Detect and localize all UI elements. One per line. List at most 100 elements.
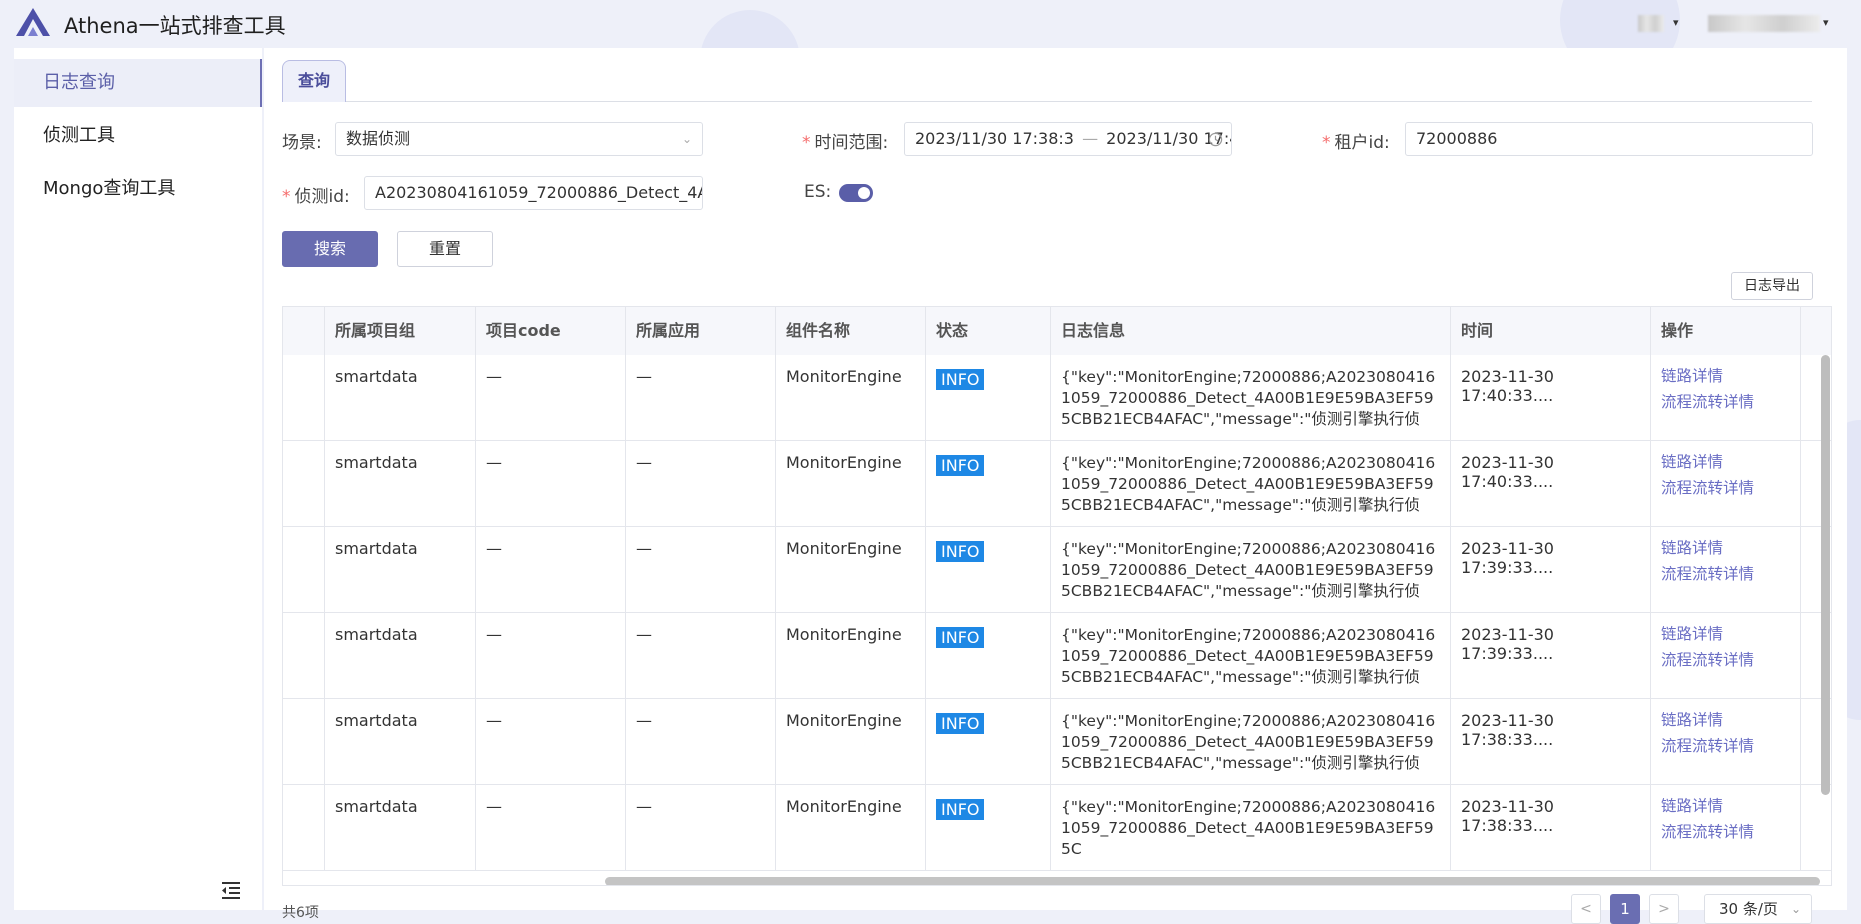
status-badge: INFO [936, 713, 985, 734]
log-cell: {"key":"MonitorEngine;72000886;A20230804… [1051, 441, 1451, 526]
flow-detail-link[interactable]: 流程流转详情 [1661, 475, 1790, 501]
trace-detail-link[interactable]: 链路详情 [1661, 449, 1790, 475]
app-title: Athena一站式排查工具 [64, 14, 286, 38]
app-cell: — [626, 441, 776, 526]
actions-cell: 链路详情 流程流转详情 [1651, 527, 1801, 612]
search-button[interactable]: 搜索 [282, 231, 378, 267]
column-header-group: 所属项目组 [325, 307, 476, 355]
actions-cell: 链路详情 流程流转详情 [1651, 699, 1801, 784]
group-cell: smartdata [325, 785, 476, 870]
detect-id-label: * 侦测id: [282, 182, 350, 207]
column-header-time: 时间 [1451, 307, 1651, 355]
code-cell: — [476, 355, 626, 440]
app-cell: — [626, 785, 776, 870]
sidebar-item-log-query[interactable]: 日志查询 [14, 59, 262, 107]
time-cell: 2023-11-30 17:40:33.... [1451, 355, 1651, 440]
page-number-current[interactable]: 1 [1610, 894, 1640, 924]
reset-button[interactable]: 重置 [397, 231, 493, 267]
table-row: smartdata — — MonitorEngine INFO {"key":… [283, 699, 1831, 785]
flow-detail-link[interactable]: 流程流转详情 [1661, 733, 1790, 759]
log-text: {"key":"MonitorEngine;72000886;A20230804… [1061, 368, 1436, 428]
trace-detail-link[interactable]: 链路详情 [1661, 707, 1790, 733]
log-export-button[interactable]: 日志导出 [1731, 272, 1813, 300]
time-range-label-text: 时间范围: [814, 133, 889, 153]
flow-detail-link[interactable]: 流程流转详情 [1661, 819, 1790, 845]
top-bar: Athena一站式排查工具 ▾ ▾ [0, 0, 1861, 48]
group-cell: smartdata [325, 613, 476, 698]
row-index-cell [283, 699, 325, 784]
actions-cell: 链路详情 流程流转详情 [1651, 613, 1801, 698]
horizontal-scrollbar[interactable] [605, 877, 1820, 885]
scene-select[interactable]: 数据侦测 ⌄ [335, 122, 703, 156]
component-cell: MonitorEngine [776, 785, 926, 870]
status-badge: INFO [936, 627, 985, 648]
toggle-knob [858, 187, 870, 199]
detect-id-input[interactable]: A20230804161059_72000886_Detect_4A00B1E9… [364, 176, 703, 210]
status-cell: INFO [926, 785, 1051, 870]
code-cell: — [476, 441, 626, 526]
tab-query[interactable]: 查询 [282, 60, 346, 102]
trace-detail-link[interactable]: 链路详情 [1661, 535, 1790, 561]
code-cell: — [476, 527, 626, 612]
row-index-cell [283, 441, 325, 526]
vertical-scrollbar[interactable] [1821, 355, 1830, 795]
status-badge: INFO [936, 541, 985, 562]
time-cell: 2023-11-30 17:38:33.... [1451, 785, 1651, 870]
row-index-cell [283, 527, 325, 612]
flow-detail-link[interactable]: 流程流转详情 [1661, 389, 1790, 415]
chevron-down-icon[interactable]: ▾ [1673, 16, 1679, 29]
status-cell: INFO [926, 613, 1051, 698]
total-count: 共6项 [282, 905, 319, 921]
next-page-button[interactable]: > [1649, 894, 1679, 924]
clock-icon [1208, 132, 1223, 147]
log-cell: {"key":"MonitorEngine;72000886;A20230804… [1051, 613, 1451, 698]
table-header: 所属项目组 项目code 所属应用 组件名称 状态 日志信息 时间 操作 [283, 307, 1831, 356]
sidebar-item-mongo-query[interactable]: Mongo查询工具 [14, 165, 262, 213]
account-name[interactable] [1708, 15, 1820, 32]
tenant-label-text: 租户id: [1334, 133, 1390, 153]
chevron-down-icon[interactable]: ▾ [1823, 16, 1829, 29]
log-table: 所属项目组 项目code 所属应用 组件名称 状态 日志信息 时间 操作 sma… [282, 306, 1832, 886]
app-cell: — [626, 613, 776, 698]
prev-page-button[interactable]: < [1571, 894, 1601, 924]
code-cell: — [476, 613, 626, 698]
time-range-label: * 时间范围: [802, 128, 888, 153]
tenant-input[interactable]: 72000886 [1405, 122, 1813, 156]
group-cell: smartdata [325, 527, 476, 612]
es-label: ES: [804, 182, 832, 202]
scene-label: 场景: [282, 133, 322, 153]
flow-detail-link[interactable]: 流程流转详情 [1661, 647, 1790, 673]
time-range-picker[interactable]: 2023/11/30 17:38:3 — 2023/11/30 17:40:3 [904, 122, 1232, 156]
actions-cell: 链路详情 流程流转详情 [1651, 355, 1801, 440]
column-header-code: 项目code [476, 307, 626, 355]
sidebar-item-detect-tool[interactable]: 侦测工具 [14, 112, 262, 160]
status-cell: INFO [926, 699, 1051, 784]
column-header-index [283, 307, 325, 355]
group-cell: smartdata [325, 355, 476, 440]
log-cell: {"key":"MonitorEngine;72000886;A20230804… [1051, 527, 1451, 612]
component-cell: MonitorEngine [776, 355, 926, 440]
time-cell: 2023-11-30 17:39:33.... [1451, 527, 1651, 612]
es-toggle[interactable] [839, 184, 873, 202]
log-cell: {"key":"MonitorEngine;72000886;A20230804… [1051, 785, 1451, 870]
time-cell: 2023-11-30 17:38:33.... [1451, 699, 1651, 784]
status-badge: INFO [936, 369, 985, 390]
actions-cell: 链路详情 流程流转详情 [1651, 441, 1801, 526]
trace-detail-link[interactable]: 链路详情 [1661, 621, 1790, 647]
trace-detail-link[interactable]: 链路详情 [1661, 363, 1790, 389]
page-size-select[interactable]: 30 条/页 ⌄ [1704, 894, 1812, 924]
app-cell: — [626, 527, 776, 612]
column-header-log: 日志信息 [1051, 307, 1451, 355]
flow-detail-link[interactable]: 流程流转详情 [1661, 561, 1790, 587]
time-cell: 2023-11-30 17:39:33.... [1451, 613, 1651, 698]
time-start-input[interactable]: 2023/11/30 17:38:3 [915, 129, 1074, 148]
status-cell: INFO [926, 527, 1051, 612]
user-avatar[interactable] [1638, 15, 1664, 32]
tenant-label: * 租户id: [1322, 128, 1390, 153]
app-cell: — [626, 355, 776, 440]
trace-detail-link[interactable]: 链路详情 [1661, 793, 1790, 819]
status-cell: INFO [926, 355, 1051, 440]
menu-collapse-icon[interactable] [219, 878, 243, 902]
column-header-status: 状态 [926, 307, 1051, 355]
status-badge: INFO [936, 799, 985, 820]
